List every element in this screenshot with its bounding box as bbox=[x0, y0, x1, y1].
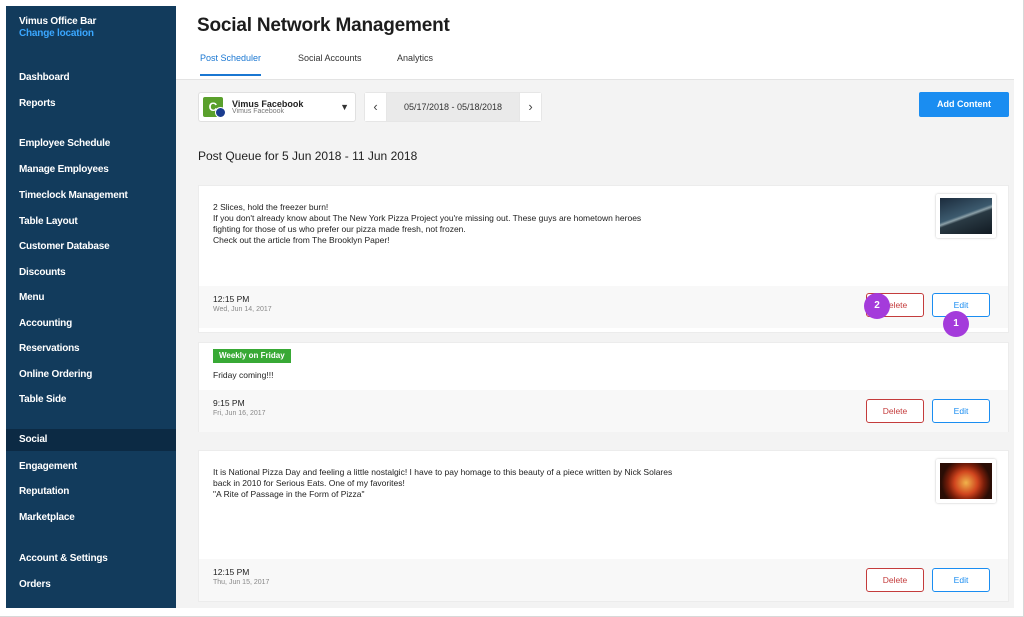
post-line: back in 2010 for Serious Eats. One of my… bbox=[213, 478, 405, 488]
post-body: 2 Slices, hold the freezer burn! If you … bbox=[213, 202, 641, 246]
sidebar-item-accounting[interactable]: Accounting bbox=[6, 313, 176, 335]
edit-button[interactable]: Edit bbox=[932, 568, 990, 592]
post-body: Friday coming!!! bbox=[213, 370, 273, 381]
account-subtitle: Vimus Facebook bbox=[232, 108, 285, 115]
sidebar-item-customer-database[interactable]: Customer Database bbox=[6, 236, 176, 258]
sidebar-item-timeclock-management[interactable]: Timeclock Management bbox=[6, 185, 176, 207]
post-line: If you don't already know about The New … bbox=[213, 213, 642, 223]
post-line: Friday coming!!! bbox=[213, 370, 274, 380]
edit-button[interactable]: Edit bbox=[932, 399, 990, 423]
sidebar-item-table-layout[interactable]: Table Layout bbox=[6, 211, 176, 233]
location-header: Vimus Office Bar Change location bbox=[6, 6, 176, 39]
post-date: Thu, Jun 15, 2017 bbox=[213, 579, 270, 586]
sidebar: Vimus Office Bar Change location Dashboa… bbox=[6, 6, 176, 608]
sidebar-item-orders[interactable]: Orders bbox=[6, 574, 176, 596]
post-thumbnail[interactable] bbox=[936, 194, 996, 238]
sidebar-item-manage-employees[interactable]: Manage Employees bbox=[6, 159, 176, 181]
step-marker-2: 2 bbox=[864, 293, 890, 319]
change-location-link[interactable]: Change location bbox=[19, 28, 176, 39]
delete-button[interactable]: Delete bbox=[866, 399, 924, 423]
tab-social-accounts[interactable]: Social Accounts bbox=[298, 48, 362, 76]
date-range[interactable]: 05/17/2018 - 05/18/2018 bbox=[387, 93, 519, 121]
post-line: Check out the article from The Brooklyn … bbox=[213, 235, 390, 245]
delete-button[interactable]: Delete bbox=[866, 568, 924, 592]
post-footer: 9:15 PM Fri, Jun 16, 2017 Delete Edit bbox=[199, 390, 1008, 432]
tab-post-scheduler[interactable]: Post Scheduler bbox=[200, 48, 262, 76]
post-card: It is National Pizza Day and feeling a l… bbox=[198, 450, 1009, 602]
sidebar-item-account-settings[interactable]: Account & Settings bbox=[6, 548, 176, 570]
sidebar-item-dashboard[interactable]: Dashboard bbox=[6, 67, 176, 89]
post-thumbnail[interactable] bbox=[936, 459, 996, 503]
post-date: Wed, Jun 14, 2017 bbox=[213, 306, 272, 313]
post-time: 12:15 PM bbox=[213, 294, 250, 304]
post-time: 12:15 PM bbox=[213, 567, 250, 577]
post-line: "A Rite of Passage in the Form of Pizza" bbox=[213, 489, 365, 499]
sidebar-item-reservations[interactable]: Reservations bbox=[6, 338, 176, 360]
date-navigator: ‹ 05/17/2018 - 05/18/2018 › bbox=[364, 92, 542, 122]
post-card: Weekly on Friday Friday coming!!! 9:15 P… bbox=[198, 342, 1009, 432]
tab-analytics[interactable]: Analytics bbox=[397, 48, 433, 76]
chevron-down-icon: ▼ bbox=[340, 102, 349, 112]
sidebar-item-online-ordering[interactable]: Online Ordering bbox=[6, 364, 176, 386]
sidebar-item-menu[interactable]: Menu bbox=[6, 287, 176, 309]
post-footer: 12:15 PM Thu, Jun 15, 2017 Delete Edit bbox=[199, 559, 1008, 601]
post-date: Fri, Jun 16, 2017 bbox=[213, 410, 266, 417]
add-content-button[interactable]: Add Content bbox=[919, 92, 1009, 117]
post-body: It is National Pizza Day and feeling a l… bbox=[213, 467, 672, 500]
step-marker-1: 1 bbox=[943, 311, 969, 337]
recurrence-badge: Weekly on Friday bbox=[213, 349, 291, 363]
location-name: Vimus Office Bar bbox=[19, 16, 97, 27]
sidebar-item-marketplace[interactable]: Marketplace bbox=[6, 507, 176, 529]
account-dropdown[interactable]: C Vimus Facebook Vimus Facebook ▼ bbox=[198, 92, 356, 122]
sidebar-item-social[interactable]: Social bbox=[6, 429, 176, 451]
sidebar-item-reputation[interactable]: Reputation bbox=[6, 481, 176, 503]
sidebar-item-table-side[interactable]: Table Side bbox=[6, 389, 176, 411]
main-content: Social Network Management Post Scheduler… bbox=[176, 6, 1014, 608]
chevron-right-icon[interactable]: › bbox=[519, 93, 541, 121]
chevron-left-icon[interactable]: ‹ bbox=[365, 93, 387, 121]
pizza-image bbox=[940, 463, 992, 499]
page-title: Social Network Management bbox=[197, 15, 450, 36]
facebook-badge-icon bbox=[215, 107, 226, 118]
pizza-city-image bbox=[940, 198, 992, 234]
queue-title: Post Queue for 5 Jun 2018 - 11 Jun 2018 bbox=[198, 149, 418, 163]
post-line: It is National Pizza Day and feeling a l… bbox=[213, 467, 673, 477]
post-line: 2 Slices, hold the freezer burn! bbox=[213, 202, 329, 212]
sidebar-item-employee-schedule[interactable]: Employee Schedule bbox=[6, 133, 176, 155]
sidebar-item-engagement[interactable]: Engagement bbox=[6, 456, 176, 478]
post-time: 9:15 PM bbox=[213, 398, 245, 408]
sidebar-item-discounts[interactable]: Discounts bbox=[6, 262, 176, 284]
sidebar-item-reports[interactable]: Reports bbox=[6, 93, 176, 115]
post-line: fighting for those of us who prefer our … bbox=[213, 224, 466, 234]
